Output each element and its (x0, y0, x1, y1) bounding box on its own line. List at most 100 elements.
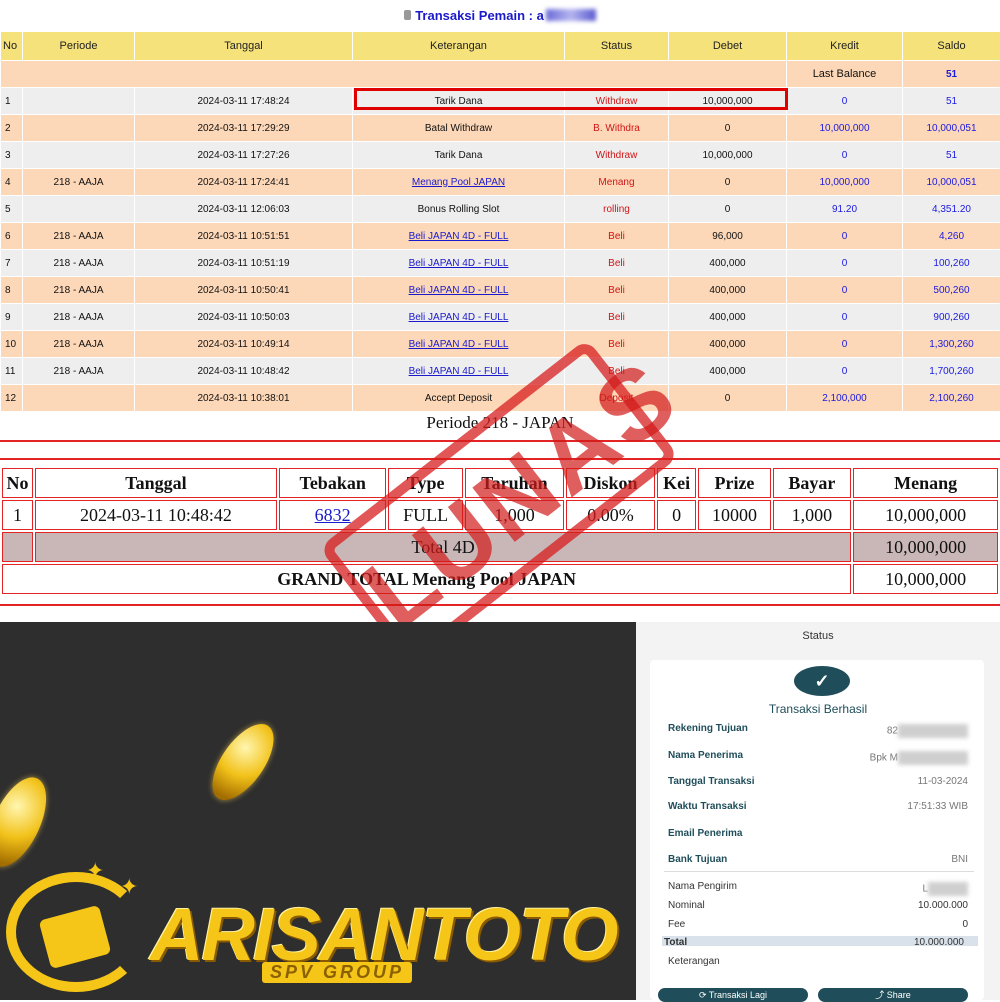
cell-saldo: 500,260 (903, 277, 1000, 304)
cell-kredit: 0 (787, 142, 903, 169)
cell-saldo: 51 (903, 142, 1000, 169)
bet-prize: 10000 (698, 500, 770, 530)
last-balance-value: 51 (903, 61, 1000, 88)
per-header-no: No (2, 468, 33, 498)
receipt-value: 17:51:33 WIB (907, 802, 968, 811)
redacted-value (928, 882, 968, 896)
last-balance-label: Last Balance (787, 61, 903, 88)
keterangan-link[interactable]: Beli JAPAN 4D - FULL (409, 258, 509, 269)
cell-no: 12 (1, 385, 23, 412)
keterangan-link[interactable]: Beli JAPAN 4D - FULL (409, 285, 509, 296)
grand-total-value: 10,000,000 (853, 564, 998, 594)
cell-periode: 218 - AAJA (23, 250, 135, 277)
cell-status: Withdraw (565, 142, 669, 169)
cell-kredit: 0 (787, 250, 903, 277)
cell-debet: 0 (669, 385, 787, 412)
cell-saldo: 10,000,051 (903, 169, 1000, 196)
col-header-tanggal: Tanggal (135, 32, 353, 61)
receipt-header: Status (636, 630, 1000, 642)
cell-no: 10 (1, 331, 23, 358)
col-header-status: Status (565, 32, 669, 61)
cell-kredit: 2,100,000 (787, 385, 903, 412)
cell-debet: 400,000 (669, 304, 787, 331)
transaction-row: 32024-03-11 17:27:26Tarik DanaWithdraw10… (1, 142, 1000, 169)
cell-no: 11 (1, 358, 23, 385)
per-header-diskon: Diskon (566, 468, 655, 498)
share-icon: ⤴ (875, 990, 887, 1000)
transaction-row: 8218 - AAJA2024-03-11 10:50:41Beli JAPAN… (1, 277, 1000, 304)
receipt-label: Waktu Transaksi (668, 802, 788, 811)
receipt-value: 10.000.000 (914, 938, 964, 947)
share-label: Share (887, 990, 911, 1000)
cell-periode: 218 - AAJA (23, 331, 135, 358)
cell-saldo: 51 (903, 88, 1000, 115)
cell-periode: 218 - AAJA (23, 277, 135, 304)
cell-tanggal: 2024-03-11 10:38:01 (135, 385, 353, 412)
keterangan-link[interactable]: Beli JAPAN 4D - FULL (409, 339, 509, 350)
keterangan-link[interactable]: Menang Pool JAPAN (412, 177, 505, 188)
transaction-row: 22024-03-11 17:29:29Batal WithdrawB. Wit… (1, 115, 1000, 142)
cell-periode (23, 142, 135, 169)
periode-title: Periode 218 - JAPAN (0, 413, 1000, 433)
keterangan-link[interactable]: Beli JAPAN 4D - FULL (409, 312, 509, 323)
cell-no: 6 (1, 223, 23, 250)
highlight-box (354, 88, 788, 110)
receipt-label: Nominal (668, 901, 788, 910)
cell-ket: Batal Withdraw (353, 115, 565, 142)
cell-saldo: 2,100,260 (903, 385, 1000, 412)
bet-row: 1 2024-03-11 10:48:42 6832 FULL 1,000 0.… (2, 500, 998, 530)
receipt-label: Fee (668, 920, 788, 929)
bet-tanggal: 2024-03-11 10:48:42 (35, 500, 277, 530)
sparkle-icon: ✦ (86, 858, 104, 884)
cell-periode (23, 196, 135, 223)
cell-tanggal: 2024-03-11 17:48:24 (135, 88, 353, 115)
per-header-tanggal: Tanggal (35, 468, 277, 498)
cell-tanggal: 2024-03-11 10:50:03 (135, 304, 353, 331)
gold-coin-icon (201, 714, 286, 810)
receipt-value: BNI (951, 855, 968, 864)
transaction-row: 11218 - AAJA2024-03-11 10:48:42Beli JAPA… (1, 358, 1000, 385)
redacted-value (898, 751, 968, 765)
cell-periode: 218 - AAJA (23, 223, 135, 250)
cell-status: Deposit (565, 385, 669, 412)
keterangan-link[interactable]: Beli JAPAN 4D - FULL (409, 231, 509, 242)
cell-periode: 218 - AAJA (23, 304, 135, 331)
receipt-value: 10.000.000 (918, 901, 968, 910)
cell-saldo: 900,260 (903, 304, 1000, 331)
cell-no: 7 (1, 250, 23, 277)
cell-no: 2 (1, 115, 23, 142)
bet-tebakan-link[interactable]: 6832 (315, 505, 351, 525)
cell-saldo: 4,260 (903, 223, 1000, 250)
col-header-saldo: Saldo (903, 32, 1000, 61)
cell-tanggal: 2024-03-11 10:51:19 (135, 250, 353, 277)
receipt-value: 0 (962, 920, 968, 929)
cell-debet: 400,000 (669, 358, 787, 385)
receipt-label: Keterangan (668, 957, 788, 966)
cell-status: Beli (565, 250, 669, 277)
receipt-label: Nama Pengirim (668, 882, 788, 891)
last-balance-row: Last Balance 51 (1, 61, 1000, 88)
cell-ket: Tarik Dana (353, 142, 565, 169)
player-transactions-title: Transaksi Pemain : a (0, 0, 1000, 30)
per-header-menang: Menang (853, 468, 998, 498)
grand-total-label: GRAND TOTAL Menang Pool JAPAN (2, 564, 851, 594)
receipt-value: Bpk M (870, 753, 898, 764)
cell-no: 1 (1, 88, 23, 115)
cell-kredit: 0 (787, 277, 903, 304)
cell-no: 5 (1, 196, 23, 223)
cell-status: B. Withdra (565, 115, 669, 142)
cell-kredit: 10,000,000 (787, 169, 903, 196)
per-header-bayar: Bayar (773, 468, 852, 498)
keterangan-link[interactable]: Beli JAPAN 4D - FULL (409, 366, 509, 377)
cell-debet: 10,000,000 (669, 142, 787, 169)
cell-tanggal: 2024-03-11 10:48:42 (135, 358, 353, 385)
total-value: 10,000,000 (853, 532, 998, 562)
cell-status: Menang (565, 169, 669, 196)
cell-saldo: 1,700,260 (903, 358, 1000, 385)
cell-no: 9 (1, 304, 23, 331)
total-row: Total 4D 10,000,000 (2, 532, 998, 562)
cell-tanggal: 2024-03-11 10:49:14 (135, 331, 353, 358)
refresh-icon: ⟳ (699, 990, 709, 1000)
bet-type: FULL (388, 500, 462, 530)
grand-total-row: GRAND TOTAL Menang Pool JAPAN 10,000,000 (2, 564, 998, 594)
